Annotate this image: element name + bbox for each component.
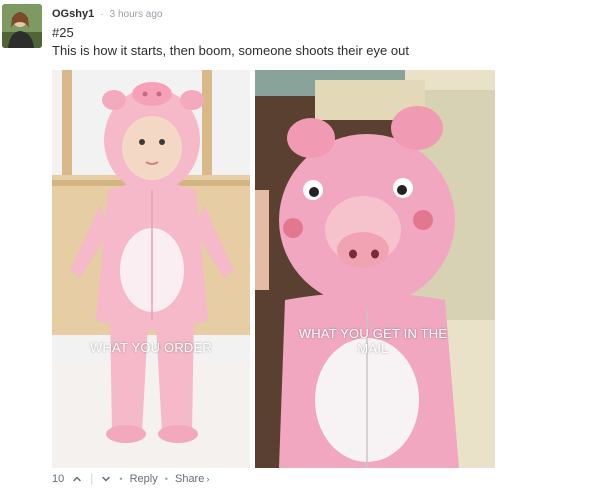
chevron-down-icon[interactable] <box>100 473 112 485</box>
ordered-caption: WHAT YOU ORDER <box>90 340 212 355</box>
received-caption-line: MAIL <box>357 341 389 356</box>
received-caption: WHAT YOU GET IN THE MAIL <box>283 326 463 356</box>
received-caption-line: WHAT YOU GET IN THE <box>298 326 448 341</box>
meta-separator: · <box>100 9 104 20</box>
received-photo: WHAT YOU GET IN THE MAIL <box>255 70 495 468</box>
comment-line: #25 <box>52 25 74 40</box>
ordered-photo: WHAT YOU ORDER <box>52 70 250 468</box>
chevron-right-icon: › <box>206 474 210 485</box>
reply-button[interactable]: Reply <box>130 472 158 486</box>
chevron-up-icon[interactable] <box>71 473 83 485</box>
comment-line: This is how it starts, then boom, someon… <box>52 43 409 58</box>
action-separator: • <box>119 474 123 485</box>
comment-actions: 10 | • Reply • Share › <box>52 472 209 486</box>
share-label: Share <box>174 473 205 486</box>
comment-body: #25 This is how it starts, then boom, so… <box>52 24 409 60</box>
vote-count: 10 <box>52 473 65 486</box>
author-name[interactable]: OGshy1 <box>52 8 94 20</box>
comment-header: OGshy1 · 3 hours ago <box>52 7 162 22</box>
timestamp[interactable]: 3 hours ago <box>110 9 163 20</box>
comment-image[interactable]: WHAT YOU ORDER WHAT YOU GET IN THE MAIL <box>52 70 495 468</box>
share-button[interactable]: Share › <box>175 472 209 486</box>
action-separator: • <box>164 474 168 485</box>
vote-divider: | <box>90 473 94 486</box>
avatar[interactable] <box>2 4 42 48</box>
